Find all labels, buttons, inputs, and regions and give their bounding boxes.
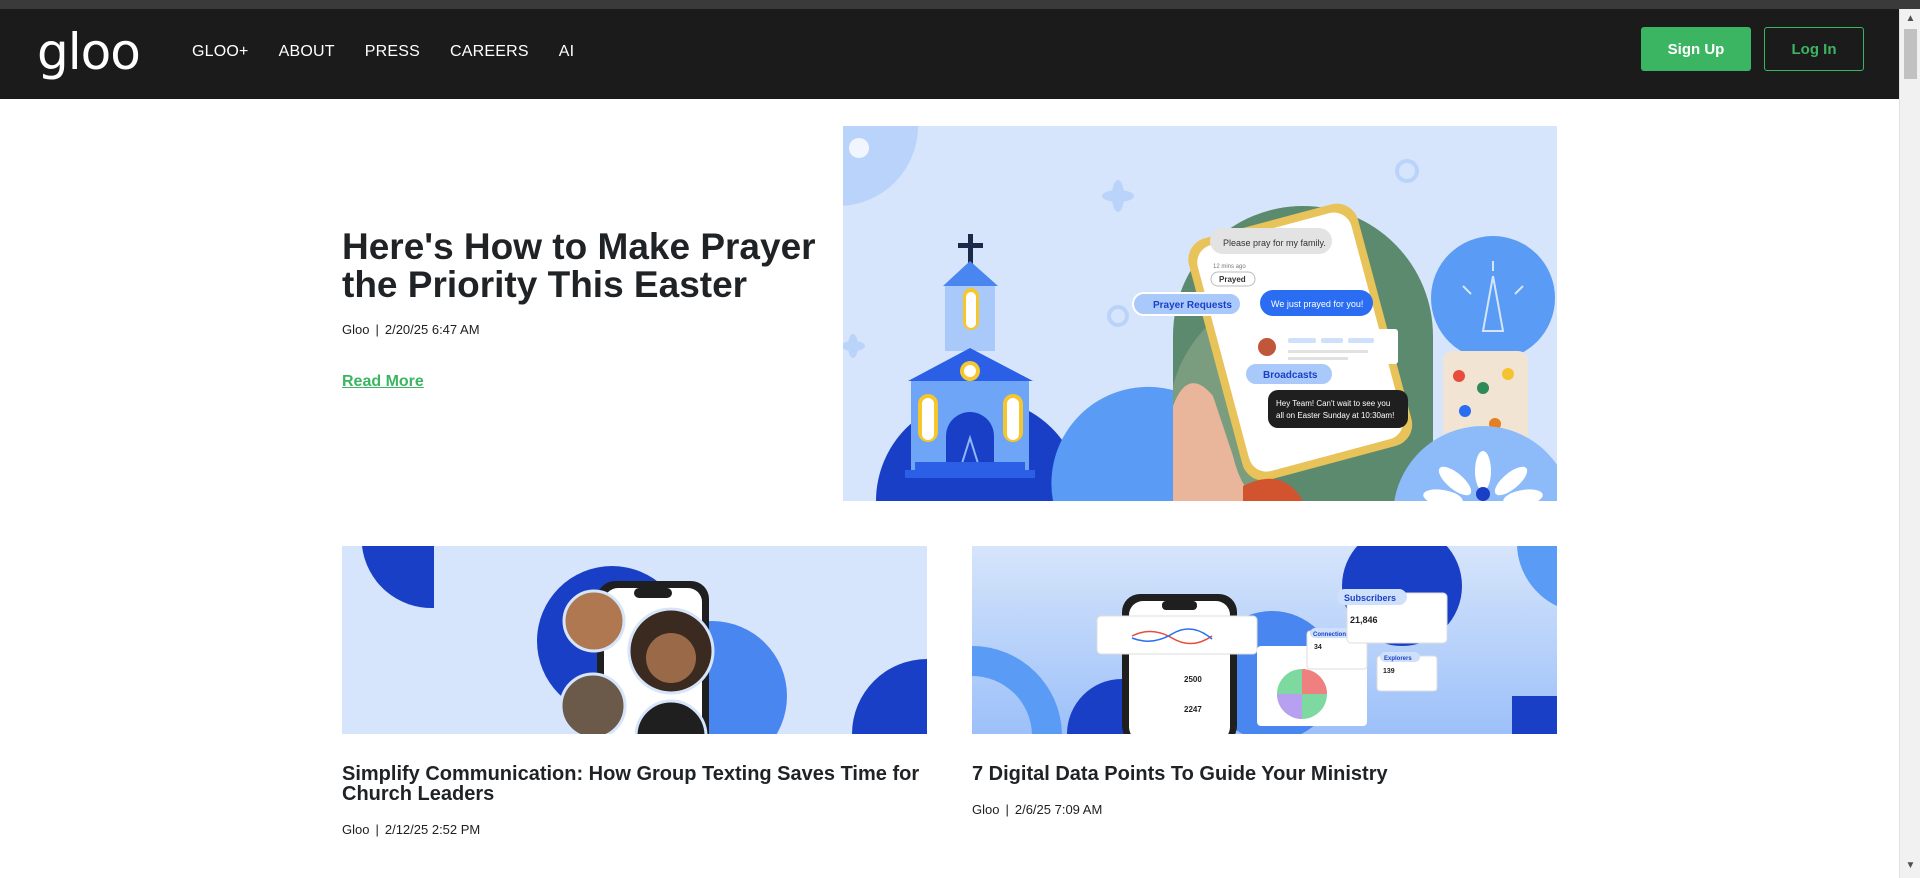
nav-link-ai[interactable]: AI bbox=[559, 43, 575, 61]
chat-bubble-1: Please pray for my family. bbox=[1223, 238, 1326, 248]
chat-bubble-2: We just prayed for you! bbox=[1271, 299, 1363, 309]
stat-2247: 2247 bbox=[1184, 705, 1202, 714]
signup-button[interactable]: Sign Up bbox=[1641, 27, 1751, 71]
subscribers-label: Subscribers bbox=[1344, 593, 1396, 603]
chat-bubble-3-line1: Hey Team! Can't wait to see you bbox=[1276, 399, 1390, 408]
explorers-label: Explorers bbox=[1384, 656, 1412, 662]
group-texting-illustration bbox=[342, 546, 927, 734]
meta-separator: | bbox=[375, 322, 379, 337]
read-more-link[interactable]: Read More bbox=[342, 373, 424, 391]
card-title[interactable]: 7 Digital Data Points To Guide Your Mini… bbox=[972, 764, 1557, 784]
meta-separator: | bbox=[375, 822, 379, 837]
top-navbar: gloo GLOO+ ABOUT PRESS CAREERS AI Sign U… bbox=[0, 9, 1899, 99]
hero-author: Gloo bbox=[342, 322, 370, 337]
article-card[interactable]: Simplify Communication: How Group Textin… bbox=[342, 546, 927, 837]
connections-label: Connections bbox=[1313, 632, 1350, 638]
card-author: Gloo bbox=[342, 822, 370, 837]
page-scrollbar[interactable]: ▲ ▼ bbox=[1899, 9, 1920, 878]
hero-image-easter-prayer[interactable]: Please pray for my family. 12 mins ago P… bbox=[843, 126, 1557, 501]
nav-link-about[interactable]: ABOUT bbox=[279, 43, 335, 61]
card-author: Gloo bbox=[972, 802, 1000, 817]
nav-link-gloo-plus[interactable]: GLOO+ bbox=[192, 43, 249, 61]
chat-bubble-3-line2: all on Easter Sunday at 10:30am! bbox=[1276, 411, 1394, 420]
chat-time: 12 mins ago bbox=[1213, 264, 1246, 270]
main-nav: GLOO+ ABOUT PRESS CAREERS AI bbox=[192, 43, 574, 61]
card-meta: Gloo | 2/12/25 2:52 PM bbox=[342, 822, 927, 837]
easter-prayer-illustration: Please pray for my family. 12 mins ago P… bbox=[843, 126, 1557, 501]
stat-2500: 2500 bbox=[1184, 675, 1202, 684]
connections-value: 34 bbox=[1314, 644, 1322, 651]
login-button[interactable]: Log In bbox=[1764, 27, 1864, 71]
meta-separator: | bbox=[1005, 802, 1009, 817]
explorers-value: 139 bbox=[1383, 668, 1395, 675]
prayed-badge: Prayed bbox=[1219, 275, 1246, 284]
scroll-up-arrow-icon[interactable]: ▲ bbox=[1900, 13, 1920, 27]
subscribers-value: 21,846 bbox=[1350, 615, 1378, 625]
hero-date: 2/20/25 6:47 AM bbox=[384, 322, 480, 337]
chip-broadcasts: Broadcasts bbox=[1263, 370, 1318, 381]
card-image-group-texting[interactable] bbox=[342, 546, 927, 734]
hero-meta: Gloo | 2/20/25 6:47 AM bbox=[342, 322, 842, 337]
card-meta: Gloo | 2/6/25 7:09 AM bbox=[972, 802, 1557, 817]
scroll-down-arrow-icon[interactable]: ▼ bbox=[1900, 860, 1920, 874]
card-image-digital-data[interactable]: 2500 2247 Connections 34 Subscribers 21,… bbox=[972, 546, 1557, 734]
article-card[interactable]: 2500 2247 Connections 34 Subscribers 21,… bbox=[972, 546, 1557, 817]
digital-data-illustration: 2500 2247 Connections 34 Subscribers 21,… bbox=[972, 546, 1557, 734]
card-title[interactable]: Simplify Communication: How Group Textin… bbox=[342, 764, 927, 804]
card-date: 2/6/25 7:09 AM bbox=[1014, 802, 1103, 817]
gloo-logo[interactable]: gloo bbox=[37, 27, 141, 77]
browser-top-strip bbox=[0, 0, 1920, 9]
nav-link-careers[interactable]: CAREERS bbox=[450, 43, 529, 61]
nav-link-press[interactable]: PRESS bbox=[365, 43, 420, 61]
hero-title[interactable]: Here's How to Make Prayer the Priority T… bbox=[342, 228, 842, 304]
scroll-thumb[interactable] bbox=[1904, 29, 1917, 79]
hero-article: Here's How to Make Prayer the Priority T… bbox=[342, 228, 842, 391]
card-date: 2/12/25 2:52 PM bbox=[384, 822, 481, 837]
chip-prayer-requests: Prayer Requests bbox=[1153, 300, 1232, 311]
